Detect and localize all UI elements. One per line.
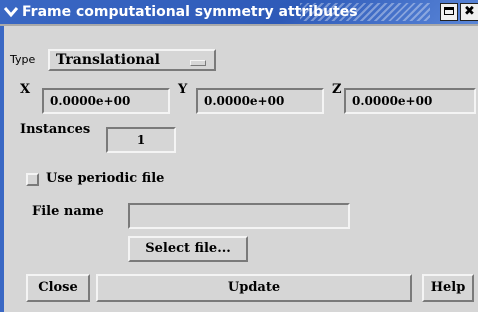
window-menu-icon[interactable]	[2, 3, 20, 21]
select-file-button[interactable]: Select file...	[128, 236, 248, 262]
maximize-button[interactable]	[440, 3, 458, 21]
option-menu-indicator-icon	[190, 60, 206, 66]
help-button[interactable]: Help	[422, 274, 474, 302]
instances-field[interactable]: 1	[106, 127, 176, 153]
chevron-down-icon	[3, 7, 19, 18]
close-button[interactable]: Close	[26, 274, 90, 302]
update-button[interactable]: Update	[96, 274, 412, 302]
type-option-menu[interactable]: Translational	[48, 49, 216, 71]
z-label: Z	[332, 82, 342, 97]
y-label: Y	[178, 82, 188, 97]
file-name-label: File name	[32, 204, 104, 219]
periodic-file-checkbox[interactable]	[26, 173, 39, 186]
x-value-field[interactable]: 0.0000e+00	[42, 88, 170, 114]
type-selected-value: Translational	[56, 52, 160, 68]
title-bar[interactable]: Frame computational symmetry attributes …	[0, 0, 478, 26]
z-value-field[interactable]: 0.0000e+00	[344, 88, 476, 114]
y-value-field[interactable]: 0.0000e+00	[196, 88, 324, 114]
close-window-icon[interactable]: ✖	[460, 3, 478, 21]
file-name-field[interactable]	[128, 203, 350, 229]
periodic-file-label: Use periodic file	[46, 171, 165, 186]
instances-label: Instances	[20, 122, 91, 137]
dialog-panel: Type Translational X 0.0000e+00 Y 0.0000…	[4, 26, 478, 312]
x-label: X	[20, 82, 31, 97]
window-title: Frame computational symmetry attributes	[22, 4, 358, 20]
type-label: Type	[10, 53, 36, 66]
